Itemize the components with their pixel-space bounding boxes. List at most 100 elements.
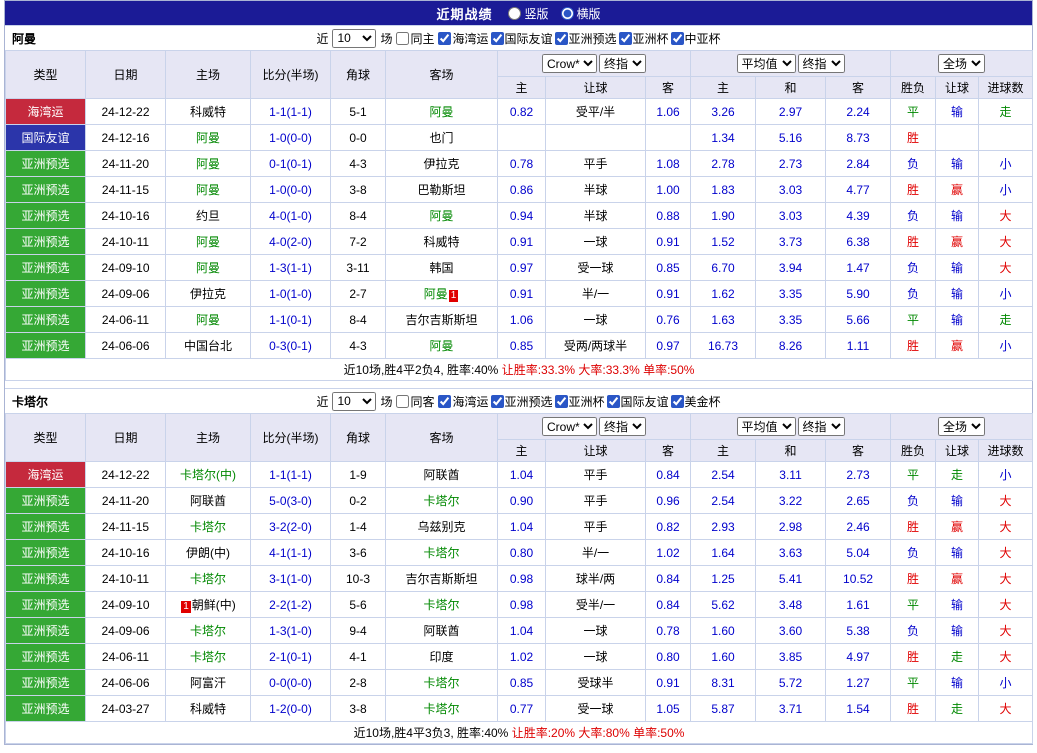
- odds-stage-select[interactable]: 终指: [599, 417, 646, 436]
- match-score[interactable]: 4-1(1-1): [251, 540, 331, 566]
- avg-home-odds: 1.83: [691, 177, 756, 203]
- match-date: 24-06-06: [86, 670, 166, 696]
- competition-checkbox[interactable]: [619, 32, 632, 45]
- match-score[interactable]: 0-3(0-1): [251, 333, 331, 359]
- competition-filter[interactable]: 亚洲预选: [491, 393, 553, 410]
- match-score[interactable]: 1-1(1-1): [251, 462, 331, 488]
- handicap-result: 输: [936, 203, 979, 229]
- match-date: 24-09-10: [86, 592, 166, 618]
- match-row: 亚洲预选24-06-11卡塔尔2-1(0-1)4-1印度1.02一球0.801.…: [6, 644, 1033, 670]
- match-score[interactable]: 4-0(1-0): [251, 203, 331, 229]
- match-score[interactable]: 1-3(1-1): [251, 255, 331, 281]
- same-venue-filter[interactable]: 同主: [396, 30, 434, 47]
- match-date: 24-06-11: [86, 644, 166, 670]
- col-handicap-result-header: 让球: [936, 440, 979, 462]
- competition-checkbox[interactable]: [671, 32, 684, 45]
- goal-result: 大: [979, 203, 1033, 229]
- competition-filter[interactable]: 亚洲预选: [555, 30, 617, 47]
- odds-source-select[interactable]: Crow*: [542, 417, 597, 436]
- team-label: 朝鲜(中): [192, 598, 236, 612]
- match-score[interactable]: 0-1(0-1): [251, 151, 331, 177]
- competition-label: 亚洲预选: [505, 393, 553, 410]
- scope-select[interactable]: 全场: [938, 54, 985, 73]
- competition-checkbox[interactable]: [491, 395, 504, 408]
- match-score[interactable]: 1-3(1-0): [251, 618, 331, 644]
- match-score[interactable]: 2-2(1-2): [251, 592, 331, 618]
- layout-radio[interactable]: [561, 7, 574, 20]
- scope-select[interactable]: 全场: [938, 417, 985, 436]
- competition-checkbox[interactable]: [438, 395, 451, 408]
- match-score[interactable]: 5-0(3-0): [251, 488, 331, 514]
- col-odds-away-header: 客: [646, 440, 691, 462]
- odds-home: 1.04: [498, 462, 546, 488]
- competition-filter[interactable]: 国际友谊: [491, 30, 553, 47]
- avg-draw-odds: 2.73: [756, 151, 826, 177]
- same-venue-checkbox[interactable]: [396, 395, 409, 408]
- competition-filter[interactable]: 海湾运: [438, 30, 488, 47]
- same-venue-checkbox[interactable]: [396, 32, 409, 45]
- match-score[interactable]: 2-1(0-1): [251, 644, 331, 670]
- match-score[interactable]: 1-0(1-0): [251, 281, 331, 307]
- corner-score: 4-1: [331, 644, 386, 670]
- match-score[interactable]: 3-2(2-0): [251, 514, 331, 540]
- team-label: 卡塔尔: [423, 676, 459, 690]
- match-score[interactable]: 1-0(0-0): [251, 177, 331, 203]
- avg-home-odds: 1.63: [691, 307, 756, 333]
- odds-group-header: Crow*终指: [498, 51, 691, 77]
- col-type-header: 类型: [6, 414, 86, 462]
- match-type-badge: 亚洲预选: [6, 229, 86, 255]
- competition-filter[interactable]: 美金杯: [671, 393, 721, 410]
- corner-score: 5-6: [331, 592, 386, 618]
- match-score[interactable]: 1-1(1-1): [251, 99, 331, 125]
- match-score[interactable]: 1-2(0-0): [251, 696, 331, 722]
- avg-draw-odds: 3.94: [756, 255, 826, 281]
- odds-source-select[interactable]: Crow*: [542, 54, 597, 73]
- competition-checkbox[interactable]: [491, 32, 504, 45]
- layout-radio[interactable]: [508, 7, 521, 20]
- avg-draw-odds: 3.22: [756, 488, 826, 514]
- avg-stage-select[interactable]: 终指: [798, 417, 845, 436]
- match-score[interactable]: 1-0(0-0): [251, 125, 331, 151]
- match-score[interactable]: 4-0(2-0): [251, 229, 331, 255]
- avg-draw-odds: 5.72: [756, 670, 826, 696]
- goal-result: 小: [979, 151, 1033, 177]
- avg-source-select[interactable]: 平均值: [737, 417, 796, 436]
- avg-stage-select[interactable]: 终指: [798, 54, 845, 73]
- team-label: 吉尔吉斯斯坦: [405, 313, 477, 327]
- match-date: 24-09-10: [86, 255, 166, 281]
- match-score[interactable]: 0-0(0-0): [251, 670, 331, 696]
- odds-away: 0.91: [646, 281, 691, 307]
- avg-draw-odds: 2.98: [756, 514, 826, 540]
- layout-option[interactable]: 竖版: [508, 5, 548, 22]
- goal-result: 大: [979, 488, 1033, 514]
- team-label: 阿曼: [196, 183, 220, 197]
- avg-source-select[interactable]: 平均值: [737, 54, 796, 73]
- competition-filter[interactable]: 亚洲杯: [619, 30, 669, 47]
- competition-filter[interactable]: 国际友谊: [607, 393, 669, 410]
- competition-checkbox[interactable]: [555, 32, 568, 45]
- competition-checkbox[interactable]: [555, 395, 568, 408]
- odds-away: 0.91: [646, 229, 691, 255]
- layout-option[interactable]: 横版: [561, 5, 601, 22]
- away-team: 吉尔吉斯斯坦: [386, 307, 498, 333]
- col-avg-draw-header: 和: [756, 77, 826, 99]
- competition-checkbox[interactable]: [607, 395, 620, 408]
- competition-checkbox[interactable]: [671, 395, 684, 408]
- competition-filter[interactable]: 亚洲杯: [555, 393, 605, 410]
- same-venue-filter[interactable]: 同客: [396, 393, 434, 410]
- handicap-line: 半/一: [546, 540, 646, 566]
- match-score[interactable]: 3-1(1-0): [251, 566, 331, 592]
- avg-draw-odds: 5.41: [756, 566, 826, 592]
- competition-filter[interactable]: 海湾运: [438, 393, 488, 410]
- match-score[interactable]: 1-1(0-1): [251, 307, 331, 333]
- competition-checkbox[interactable]: [438, 32, 451, 45]
- avg-draw-odds: 3.60: [756, 618, 826, 644]
- competition-filter[interactable]: 中亚杯: [671, 30, 721, 47]
- odds-stage-select[interactable]: 终指: [599, 54, 646, 73]
- match-row: 亚洲预选24-10-16约旦4-0(1-0)8-4阿曼0.94半球0.881.9…: [6, 203, 1033, 229]
- match-count-select[interactable]: 10: [332, 29, 376, 48]
- odds-home: 0.98: [498, 592, 546, 618]
- odds-away: 1.02: [646, 540, 691, 566]
- match-count-select[interactable]: 10: [332, 392, 376, 411]
- match-date: 24-11-15: [86, 514, 166, 540]
